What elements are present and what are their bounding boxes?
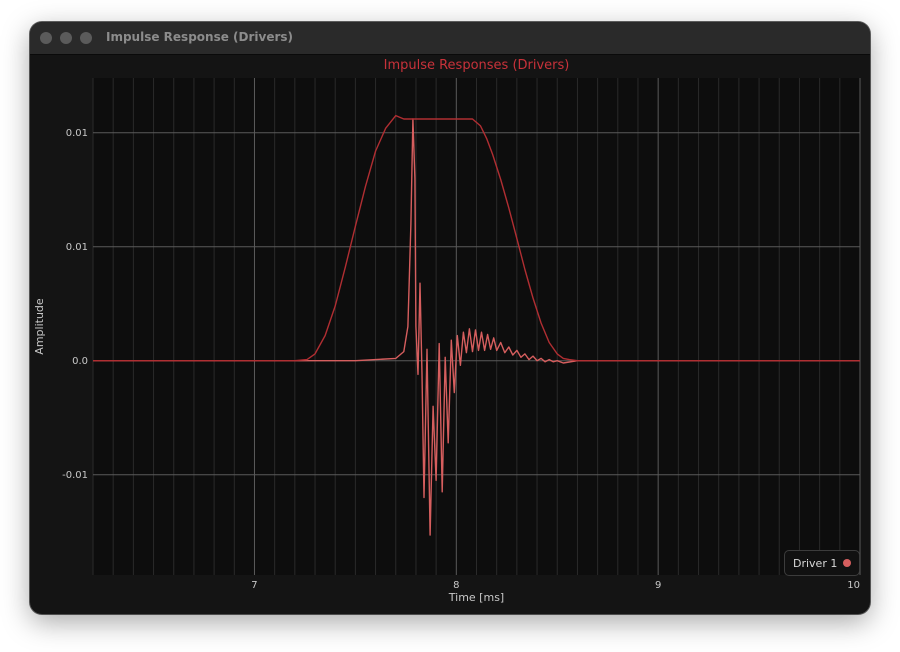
close-button[interactable] [40, 32, 52, 44]
x-tick-label: 7 [251, 580, 257, 591]
y-tick-label: 0.0 [72, 356, 88, 367]
legend-label: Driver 1 [793, 556, 838, 570]
title-bar[interactable]: Impulse Response (Drivers) [30, 22, 870, 55]
y-axis-label: Amplitude [33, 298, 46, 355]
y-tick-label: 0.01 [66, 128, 88, 139]
app-window: Impulse Response (Drivers) Impulse Respo… [30, 22, 870, 614]
window-title: Impulse Response (Drivers) [106, 30, 294, 44]
minimize-button[interactable] [60, 32, 72, 44]
legend[interactable]: Driver 1 [784, 550, 861, 576]
impulse-response-chart[interactable]: Impulse Responses (Drivers) 7 8 9 10 0.01 0.01… [30, 55, 870, 614]
x-tick-label: 9 [655, 580, 661, 591]
zoom-button[interactable] [80, 32, 92, 44]
legend-marker [843, 559, 852, 567]
x-axis-label: Time [ms] [448, 591, 504, 604]
y-tick-label: -0.01 [62, 470, 88, 481]
y-tick-label: 0.01 [66, 242, 88, 253]
x-tick-label: 10 [847, 580, 860, 591]
x-tick-label: 8 [453, 580, 459, 591]
chart-title: Impulse Responses (Drivers) [384, 58, 570, 73]
